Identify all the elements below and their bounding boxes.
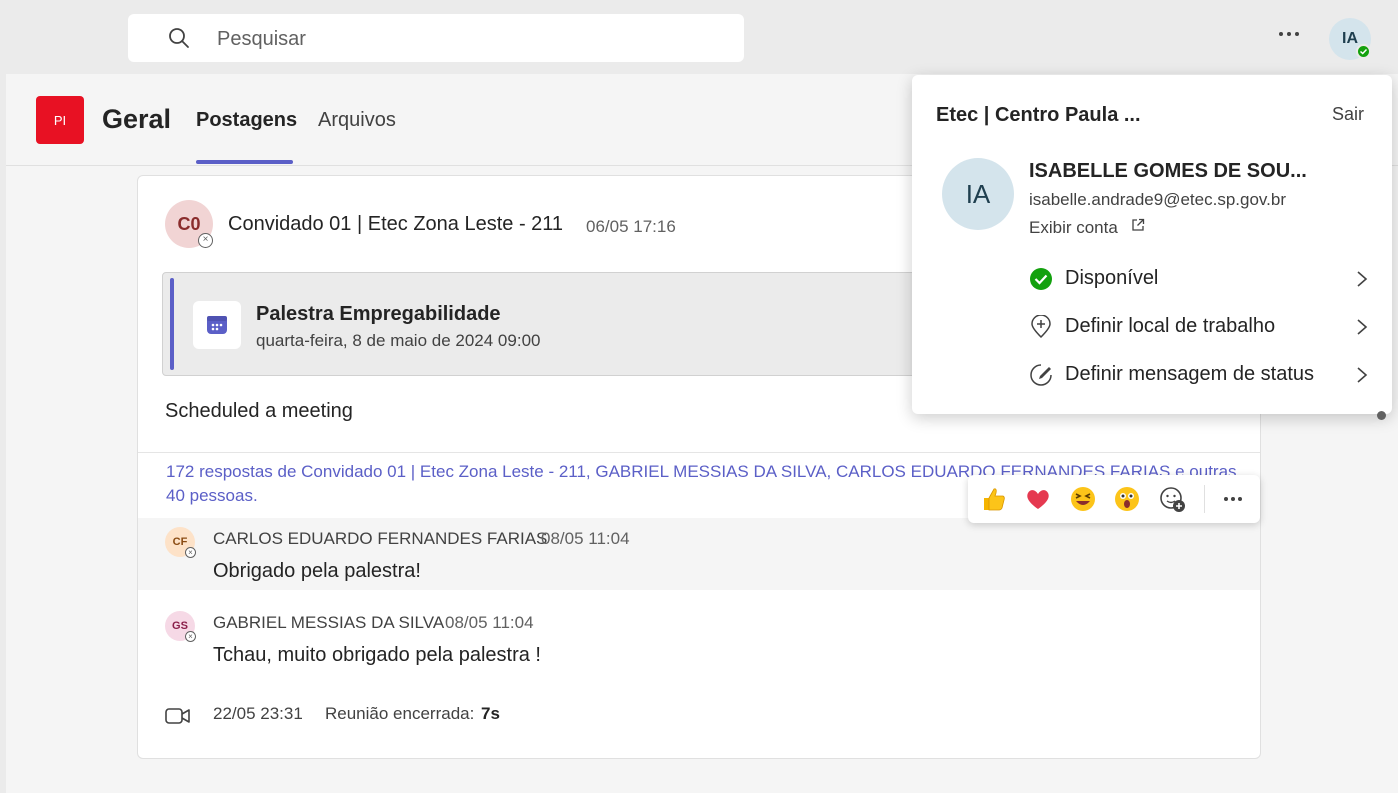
- tab-files[interactable]: Arquivos: [318, 109, 396, 132]
- view-account-link[interactable]: Exibir conta: [1029, 218, 1118, 238]
- search-input[interactable]: Pesquisar: [217, 28, 306, 51]
- presence-available-icon: [1356, 44, 1371, 59]
- status-available-item[interactable]: Disponível: [1029, 262, 1374, 296]
- set-status-message-item[interactable]: Definir mensagem de status: [1029, 358, 1374, 392]
- profile-avatar[interactable]: IA: [942, 158, 1014, 230]
- reply-author[interactable]: CARLOS EDUARDO FERNANDES FARIAS: [213, 529, 547, 549]
- reply-author[interactable]: GABRIEL MESSIAS DA SILVA: [213, 613, 444, 633]
- reply-text: Tchau, muito obrigado pela palestra !: [213, 644, 541, 666]
- profile-email: isabelle.andrade9@etec.sp.gov.br: [1029, 190, 1286, 209]
- search-box[interactable]: Pesquisar: [128, 14, 744, 62]
- post-body: Scheduled a meeting: [165, 400, 353, 422]
- team-logo: PI: [36, 96, 84, 144]
- surprised-icon[interactable]: [1113, 485, 1141, 513]
- chevron-right-icon: [1357, 367, 1368, 383]
- chevron-right-icon: [1357, 271, 1368, 287]
- calendar-icon: [193, 301, 241, 349]
- sign-out-button[interactable]: Sair: [1332, 104, 1364, 125]
- reply-text: Obrigado pela palestra!: [213, 560, 421, 582]
- available-check-icon: [1030, 268, 1052, 290]
- heart-icon[interactable]: [1024, 485, 1052, 513]
- location-add-icon: [1031, 315, 1051, 339]
- meeting-accent-bar: [170, 278, 174, 370]
- status-message-icon: [1030, 364, 1052, 386]
- video-camera-icon: [165, 708, 190, 724]
- reply-timestamp: 08/05 11:04: [541, 529, 630, 548]
- profile-name: ISABELLE GOMES DE SOU...: [1029, 160, 1307, 182]
- post-author[interactable]: Convidado 01 | Etec Zona Leste - 211: [228, 213, 563, 236]
- add-reaction-icon[interactable]: [1158, 485, 1186, 513]
- set-work-location-item[interactable]: Definir local de trabalho: [1029, 310, 1374, 344]
- channel-title: Geral: [102, 104, 172, 134]
- external-user-icon: ×: [185, 547, 196, 558]
- laugh-icon[interactable]: [1069, 485, 1097, 513]
- external-user-icon: ×: [198, 233, 213, 248]
- external-user-icon: ×: [185, 631, 196, 642]
- menu-item-label: Definir local de trabalho: [1065, 315, 1276, 337]
- divider: [1204, 485, 1205, 513]
- menu-item-label: Definir mensagem de status: [1065, 363, 1315, 385]
- external-link-icon: [1132, 218, 1145, 231]
- meeting-end-label: Reunião encerrada:: [325, 704, 475, 723]
- tab-posts[interactable]: Postagens: [196, 109, 297, 132]
- meeting-end-time: 22/05 23:31: [213, 704, 303, 723]
- active-tab-indicator: [196, 160, 293, 164]
- post-timestamp: 06/05 17:16: [586, 217, 676, 236]
- scrollbar-thumb[interactable]: [1377, 411, 1386, 420]
- chevron-right-icon: [1357, 319, 1368, 335]
- reaction-bar: [968, 475, 1260, 523]
- meeting-date: quarta-feira, 8 de maio de 2024 09:00: [256, 331, 541, 350]
- more-options-icon[interactable]: [1220, 487, 1246, 511]
- more-options-icon[interactable]: [1276, 24, 1302, 44]
- divider: [138, 452, 1260, 453]
- meeting-duration: 7s: [481, 704, 500, 723]
- menu-item-label: Disponível: [1065, 267, 1159, 289]
- organization-name: Etec | Centro Paula ...: [936, 104, 1141, 126]
- meeting-title[interactable]: Palestra Empregabilidade: [256, 303, 501, 326]
- reply-timestamp: 08/05 11:04: [445, 613, 534, 632]
- like-icon[interactable]: [980, 485, 1008, 513]
- search-icon: [169, 28, 189, 48]
